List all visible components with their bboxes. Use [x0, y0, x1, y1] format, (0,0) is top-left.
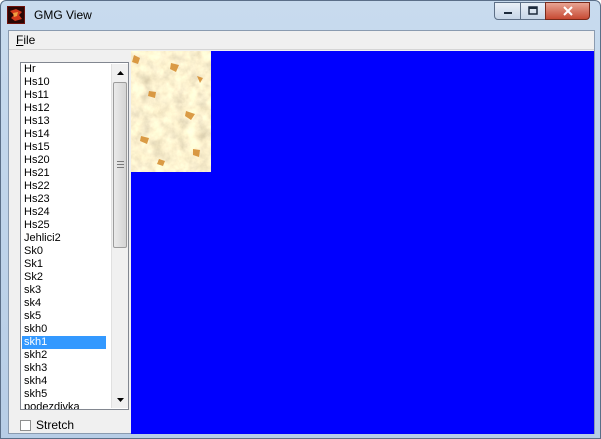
- list-item[interactable]: skh0: [22, 323, 106, 336]
- list-item[interactable]: skh1: [22, 336, 106, 349]
- list-item[interactable]: Hs22: [22, 180, 106, 193]
- stretch-label: Stretch: [36, 418, 75, 432]
- maximize-icon: [528, 6, 538, 15]
- menu-file-label: ile: [23, 33, 36, 47]
- list-item[interactable]: skh5: [22, 388, 106, 401]
- stretch-checkbox[interactable]: [20, 420, 31, 431]
- scroll-down-button[interactable]: [112, 391, 128, 408]
- list-item[interactable]: skh2: [22, 349, 106, 362]
- listbox-scrollbar[interactable]: [111, 64, 128, 408]
- list-item[interactable]: Hs11: [22, 89, 106, 102]
- list-item[interactable]: sk5: [22, 310, 106, 323]
- texture-list-items: Hr Hs10 Hs11 Hs12 Hs13 Hs14 Hs15 Hs20 Hs21 Hs22 Hs…: [22, 63, 106, 409]
- title-bar[interactable]: GMG View: [1, 1, 600, 30]
- scroll-grip-icon: [117, 161, 124, 169]
- texture-preview: [131, 51, 211, 172]
- list-item[interactable]: Hs15: [22, 141, 106, 154]
- list-item[interactable]: Hs23: [22, 193, 106, 206]
- menu-bar: File: [9, 31, 594, 50]
- list-item[interactable]: sk3: [22, 284, 106, 297]
- gmg-app-icon[interactable]: [7, 6, 25, 24]
- minimize-icon: [503, 12, 512, 14]
- list-item[interactable]: Hs24: [22, 206, 106, 219]
- texture-image: [131, 51, 211, 172]
- list-item[interactable]: Hs13: [22, 115, 106, 128]
- close-button[interactable]: [545, 2, 590, 20]
- window-title: GMG View: [34, 8, 92, 22]
- list-item[interactable]: sk4: [22, 297, 106, 310]
- list-item[interactable]: skh4: [22, 375, 106, 388]
- list-item[interactable]: Hr: [22, 63, 106, 76]
- client-area: File Hr Hs10 Hs11 Hs12 Hs13 Hs14 Hs15 Hs20 Hs21 H…: [8, 30, 595, 434]
- list-item[interactable]: Hs10: [22, 76, 106, 89]
- maximize-button[interactable]: [520, 2, 546, 20]
- scroll-thumb[interactable]: [113, 82, 127, 248]
- list-item[interactable]: Sk1: [22, 258, 106, 271]
- menu-file[interactable]: File: [16, 33, 35, 47]
- list-item[interactable]: Hs12: [22, 102, 106, 115]
- list-item[interactable]: Hs25: [22, 219, 106, 232]
- list-item[interactable]: Hs21: [22, 167, 106, 180]
- texture-listbox[interactable]: Hr Hs10 Hs11 Hs12 Hs13 Hs14 Hs15 Hs20 Hs21 Hs22 Hs…: [20, 62, 129, 410]
- scroll-up-button[interactable]: [112, 64, 128, 81]
- list-item[interactable]: Sk0: [22, 245, 106, 258]
- close-icon: [562, 6, 573, 16]
- minimize-button[interactable]: [494, 2, 521, 20]
- gmg-app-icon-graphic: [8, 7, 24, 23]
- list-item[interactable]: Jehlici2: [22, 232, 106, 245]
- image-viewer: [131, 51, 594, 434]
- list-item[interactable]: Hs14: [22, 128, 106, 141]
- list-item[interactable]: Hs20: [22, 154, 106, 167]
- list-item[interactable]: podezdivka: [22, 401, 106, 409]
- window-frame: GMG View File Hr Hs10 Hs11 Hs12 Hs13 Hs14 Hs15…: [0, 0, 601, 439]
- arrow-up-icon: [116, 70, 124, 75]
- list-item[interactable]: skh3: [22, 362, 106, 375]
- arrow-down-icon: [116, 397, 124, 402]
- list-item[interactable]: Sk2: [22, 271, 106, 284]
